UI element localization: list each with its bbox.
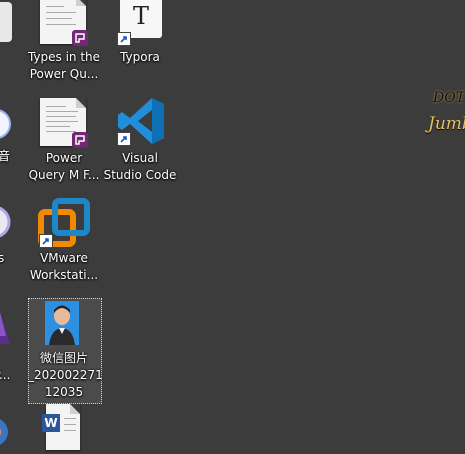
page-fold [76,98,86,108]
page-fold [70,404,80,414]
power-query-badge-icon [72,132,88,148]
shortcut-arrow-icon [117,132,131,146]
partial-icon-5[interactable] [0,410,10,450]
types-label: Types in the Power Qu... [27,50,101,81]
typora-label: Typora [120,50,160,64]
partial-icon-4[interactable] [0,300,10,344]
types-document-icon[interactable] [40,0,88,46]
partial-icon-1[interactable] [0,2,12,42]
page-fold [76,0,86,6]
pqm-label: Power Query M F... [28,151,100,182]
edge-overlay-text-top: DOT [433,90,465,106]
photo-thumbnail-icon[interactable] [45,301,79,345]
shortcut-arrow-icon [39,234,53,248]
vscode-label: Visual Studio Code [103,151,177,182]
partial-label-3: nP... [0,368,11,382]
word-document-icon[interactable]: W [42,404,80,450]
typora-glyph: T [132,2,149,30]
partial-label-1: 音 [0,149,11,163]
shortcut-arrow-icon [117,32,131,46]
vmware-label: VMware Workstati... [29,251,99,282]
word-logo-icon: W [42,414,60,432]
pqm-document-icon[interactable] [40,98,88,148]
partial-icon-2[interactable] [0,104,16,144]
wechat-image-label: 微信图片 _202002271 12035 [28,351,103,399]
power-query-badge-icon [72,30,88,46]
partial-icon-3[interactable] [0,202,12,242]
partial-label-2: s [0,251,5,265]
edge-overlay-text-bottom: Jumbo [428,114,465,134]
